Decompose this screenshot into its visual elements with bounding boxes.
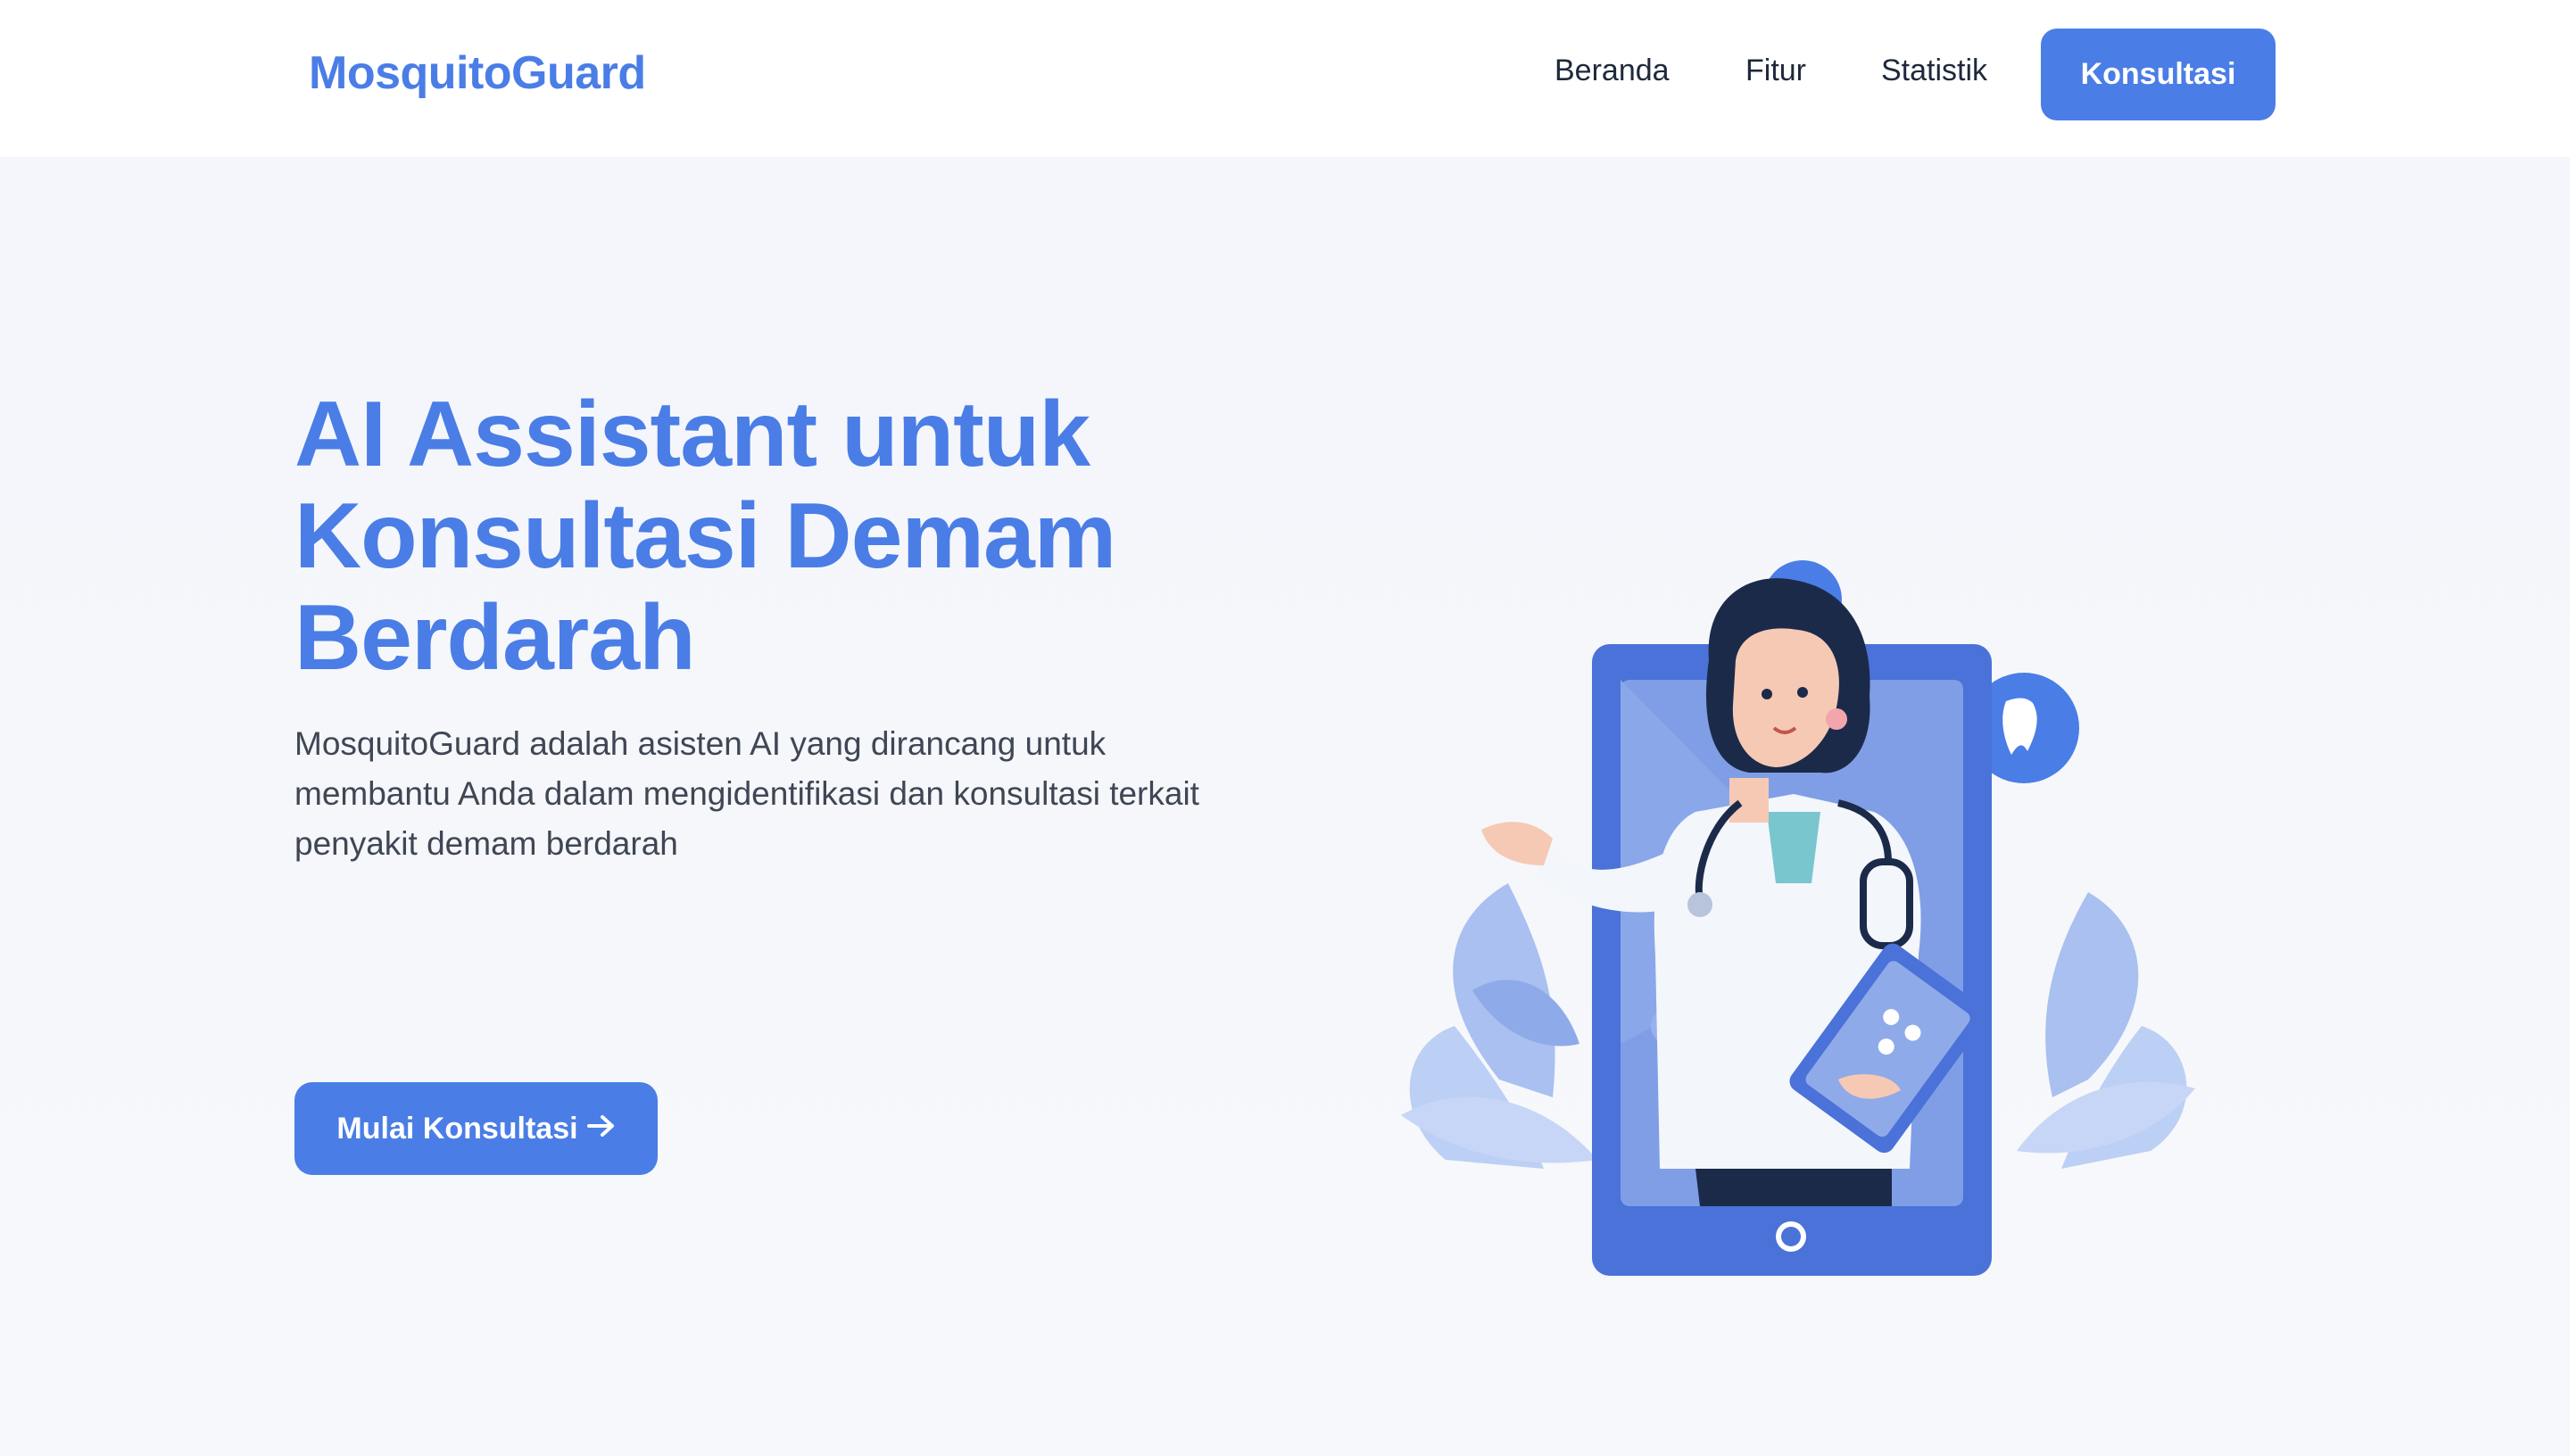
start-consultation-button[interactable]: Mulai Konsultasi bbox=[294, 1082, 658, 1175]
doctor-eye bbox=[1797, 687, 1808, 698]
top-navbar: MosquitoGuard Beranda Fitur Statistik Ko… bbox=[0, 0, 2570, 157]
doctor-shirt bbox=[1767, 812, 1820, 883]
brand-logo[interactable]: MosquitoGuard bbox=[309, 46, 646, 100]
arrow-right-icon bbox=[586, 1112, 616, 1146]
hero-description-line: MosquitoGuard adalah asisten AI yang dir… bbox=[294, 725, 1107, 762]
hero-description-line: membantu Anda dalam mengidentifikasi dan… bbox=[294, 775, 1199, 812]
doctor-phone-illustration bbox=[1392, 544, 2213, 1285]
hero-description-line: penyakit demam berdarah bbox=[294, 825, 678, 862]
hero-headline-line: Berdarah bbox=[294, 586, 696, 690]
doctor-neck bbox=[1729, 778, 1769, 823]
nav-link-beranda[interactable]: Beranda bbox=[1554, 54, 1670, 88]
nav-link-fitur[interactable]: Fitur bbox=[1745, 54, 1806, 88]
hero-headline-line: AI Assistant untuk bbox=[294, 383, 1090, 486]
leaf-shape bbox=[1401, 1096, 1597, 1163]
start-consultation-label: Mulai Konsultasi bbox=[336, 1111, 578, 1146]
hero-description: MosquitoGuard adalah asisten AI yang dir… bbox=[294, 719, 1285, 869]
doctor-hand bbox=[1481, 822, 1553, 865]
hero-headline: AI Assistant untuk Konsultasi Demam Berd… bbox=[294, 384, 1455, 689]
hero-headline-line: Konsultasi Demam bbox=[294, 484, 1116, 588]
nav-link-statistik[interactable]: Statistik bbox=[1881, 54, 1987, 88]
doctor-eye bbox=[1762, 689, 1772, 699]
nav-konsultasi-button[interactable]: Konsultasi bbox=[2041, 29, 2276, 120]
